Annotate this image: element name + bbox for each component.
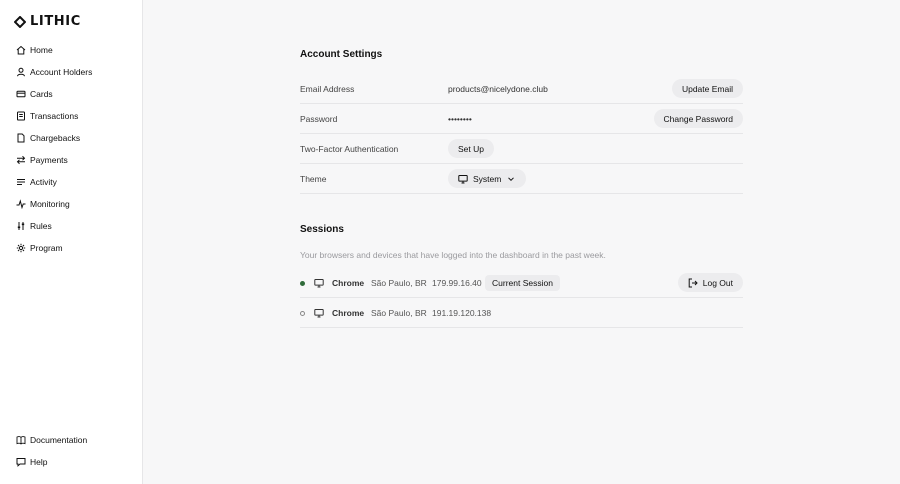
- password-row: Password •••••••• Change Password: [300, 104, 743, 134]
- log-out-icon: [688, 278, 698, 287]
- book-icon: [15, 435, 26, 446]
- lithic-logo[interactable]: LITHIC: [14, 14, 81, 29]
- monitor-icon: [458, 174, 468, 183]
- sidebar-item-label: Transactions: [30, 111, 79, 121]
- password-value: ••••••••: [448, 113, 472, 124]
- log-out-label: Log Out: [702, 277, 733, 288]
- password-label: Password: [300, 113, 338, 124]
- sidebar-item-help[interactable]: Help: [0, 451, 143, 473]
- log-out-button[interactable]: Log Out: [677, 273, 743, 292]
- session-location: São Paulo, BR: [371, 308, 427, 318]
- two-factor-label: Two-Factor Authentication: [300, 143, 399, 154]
- theme-label: Theme: [300, 173, 327, 184]
- sidebar-item-documentation[interactable]: Documentation: [0, 429, 143, 451]
- sidebar-item-label: Chargebacks: [30, 133, 81, 143]
- session-row: Chrome São Paulo, BR 191.19.120.138: [300, 298, 743, 328]
- sidebar-item-label: Help: [30, 457, 48, 467]
- monitor-icon: [314, 279, 324, 288]
- sidebar-item-cards[interactable]: Cards: [0, 83, 143, 105]
- gear-icon: [15, 243, 26, 254]
- sidebar-item-label: Rules: [30, 221, 52, 231]
- sidebar-item-chargebacks[interactable]: Chargebacks: [0, 127, 143, 149]
- card-icon: [15, 89, 26, 100]
- sidebar-bottom-nav: Documentation Help: [0, 429, 143, 473]
- sidebar-item-monitoring[interactable]: Monitoring: [0, 193, 143, 215]
- chevron-down-icon: [508, 176, 515, 181]
- two-factor-row: Two-Factor Authentication Set Up: [300, 134, 743, 164]
- sessions-description: Your browsers and devices that have logg…: [300, 250, 606, 260]
- update-email-button[interactable]: Update Email: [671, 79, 743, 98]
- sidebar-item-label: Cards: [30, 89, 53, 99]
- theme-select[interactable]: System: [448, 169, 527, 188]
- activity-icon: [15, 177, 26, 188]
- change-password-button[interactable]: Change Password: [653, 109, 743, 128]
- session-ip: 179.99.16.40: [432, 278, 482, 288]
- session-browser: Chrome: [332, 278, 365, 288]
- account-settings-title: Account Settings: [300, 49, 383, 60]
- sidebar-item-label: Account Holders: [30, 67, 93, 77]
- arrows-icon: [15, 155, 26, 166]
- set-up-2fa-button[interactable]: Set Up: [448, 139, 494, 158]
- current-session-badge: Current Session: [485, 275, 560, 291]
- monitor-icon: [314, 309, 324, 318]
- session-browser: Chrome: [332, 308, 365, 318]
- sidebar-item-activity[interactable]: Activity: [0, 171, 143, 193]
- sliders-icon: [15, 221, 26, 232]
- sessions-title: Sessions: [300, 224, 344, 235]
- document-icon: [15, 133, 26, 144]
- email-label: Email Address: [300, 83, 355, 94]
- theme-row: Theme System: [300, 164, 743, 194]
- home-icon: [15, 45, 26, 56]
- sidebar-item-transactions[interactable]: Transactions: [0, 105, 143, 127]
- session-row: Chrome São Paulo, BR 179.99.16.40 Curren…: [300, 268, 743, 298]
- sidebar-item-home[interactable]: Home: [0, 39, 143, 61]
- session-location: São Paulo, BR: [371, 278, 427, 288]
- brand-name: LITHIC: [30, 14, 81, 29]
- sidebar-item-label: Home: [30, 45, 53, 55]
- sidebar-item-label: Activity: [30, 177, 57, 187]
- sidebar-item-payments[interactable]: Payments: [0, 149, 143, 171]
- active-session-indicator: [300, 281, 305, 286]
- user-icon: [15, 67, 26, 78]
- sidebar-item-label: Program: [30, 243, 63, 253]
- sidebar-item-label: Payments: [30, 155, 68, 165]
- session-ip: 191.19.120.138: [432, 308, 492, 318]
- pulse-icon: [15, 199, 26, 210]
- sidebar-item-program[interactable]: Program: [0, 237, 143, 259]
- email-value: products@nicelydone.club: [448, 83, 548, 94]
- sidebar-nav: Home Account Holders Cards Transactions …: [0, 39, 143, 259]
- inactive-session-indicator: [300, 311, 305, 316]
- list-icon: [15, 111, 26, 122]
- email-row: Email Address products@nicelydone.club U…: [300, 74, 743, 104]
- sidebar-item-account-holders[interactable]: Account Holders: [0, 61, 143, 83]
- sidebar-item-label: Monitoring: [30, 199, 70, 209]
- sidebar: LITHIC Home Account Holders Cards Transa…: [0, 0, 143, 484]
- chat-icon: [15, 457, 26, 468]
- sidebar-item-rules[interactable]: Rules: [0, 215, 143, 237]
- lithic-mark-icon: [14, 15, 26, 28]
- sidebar-item-label: Documentation: [30, 435, 88, 445]
- theme-value: System: [473, 173, 502, 184]
